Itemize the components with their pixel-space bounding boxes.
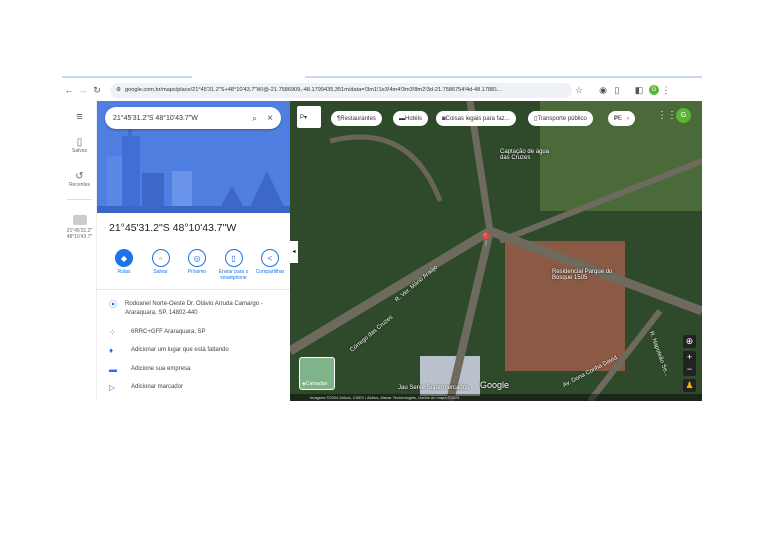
share-icon: < [261, 249, 279, 267]
saved-label: Salvos [71, 148, 87, 154]
chip-things-to-do[interactable]: ◙ Coisas legais para faz... [436, 111, 516, 126]
satellite-imagery [290, 101, 702, 401]
tab-strip [62, 76, 192, 78]
share-label: Compartilhar [255, 269, 285, 275]
chip-hotels[interactable]: ▬ Hotéis [393, 111, 429, 126]
tab-strip-right [305, 76, 702, 78]
map-label[interactable]: Captação de água das Cruzes [500, 149, 560, 161]
plus-code-row[interactable]: ⁘ 6RRC+GFF Araraquara, SP [109, 328, 206, 337]
add-label-text: Adicionar marcador [131, 384, 184, 390]
side-panel-icon[interactable]: ◧ [632, 85, 646, 96]
divider [97, 289, 290, 290]
plus-code-text: 6RRC+GFF Araraquara, SP [131, 329, 206, 335]
phone-icon: ▯ [224, 249, 243, 267]
add-place-row[interactable]: ♦ Adicionar um lugar que está faltando [109, 346, 229, 355]
close-icon[interactable]: × [267, 113, 273, 124]
profile-avatar[interactable]: G [649, 85, 659, 95]
recent-label: Recentes [68, 182, 91, 188]
my-location-button[interactable]: ⊕ [683, 335, 696, 348]
chip-label: E [618, 115, 623, 122]
extensions-puzzle-icon[interactable]: ▯ [610, 85, 624, 96]
site-info-icon[interactable]: ⚙ [116, 87, 121, 93]
nearby-label: Próximo [187, 269, 207, 275]
bookmark-icon: ▯ [76, 137, 83, 148]
saved-button[interactable]: ▯ Salvos [62, 137, 97, 154]
forward-icon[interactable]: → [76, 85, 90, 95]
account-avatar[interactable]: G [676, 108, 691, 123]
location-pin-icon: 📍 [478, 232, 495, 247]
divider [67, 199, 92, 200]
add-business-text: Adicione sua empresa [131, 366, 191, 372]
back-icon[interactable]: ← [62, 85, 76, 95]
star-icon[interactable]: ☆ [572, 85, 586, 96]
place-thumbnail [72, 215, 87, 225]
action-buttons: ◆ Rotas ▫ Salvar ◎ Próximo ▯ Enviar para o s… [107, 249, 287, 281]
place-panel: 21°45'31.2"S 48°10'43.7"W ⌕ × 21°45'31.2"S… [97, 101, 290, 401]
chip-parking[interactable]: P E › [608, 111, 636, 126]
chip-label: Transporte público [537, 115, 587, 122]
pin-icon: ⦿ [109, 300, 117, 309]
chip-restaurants[interactable]: ¶ Restaurantes [331, 111, 382, 126]
recent-place-label: 21°45'31.2" 48°10'43.7" [66, 228, 93, 240]
search-type-dropdown[interactable]: P▾ [297, 106, 321, 128]
attribution-text: Imagens ©2024 Airbus, CNES / Airbus, Max… [310, 395, 460, 400]
map-attribution: Imagens ©2024 Airbus, CNES / Airbus, Max… [290, 394, 702, 401]
address-text: Rodoanel Norte-Oeste Dr. Otávio Arruda C… [125, 301, 263, 316]
add-business-row[interactable]: ▬ Adicione sua empresa [109, 365, 190, 374]
google-logo: Google [480, 380, 510, 390]
zoom-out-button[interactable]: − [683, 363, 696, 376]
save-label: Salvar [153, 269, 168, 275]
bookmark-icon: ▫ [151, 249, 170, 267]
share-button[interactable]: < Compartilhar [253, 249, 287, 281]
plus-code-icon: ⁘ [109, 328, 116, 337]
chevron-right-icon[interactable]: › [627, 116, 629, 122]
place-title: 21°45'31.2"S 48°10'43.7"W [109, 222, 237, 234]
add-place-icon: ♦ [109, 346, 114, 355]
hero-illustration: 21°45'31.2"S 48°10'43.7"W ⌕ × [97, 101, 290, 213]
save-button[interactable]: ▫ Salvar [144, 249, 178, 281]
layers-button[interactable]: ◈ Camadas [299, 357, 335, 390]
directions-label: Rotas [117, 269, 131, 275]
satellite-map[interactable]: ◂ P▾ ¶ Restaurantes ▬ Hotéis ◙ Coisas le… [290, 101, 702, 401]
chip-label: Coisas legais para faz... [445, 115, 510, 122]
chip-label: Restaurantes [340, 115, 376, 122]
address-bar[interactable]: ⚙ google.com.br/maps/place/21°45'31.2"S+4… [110, 82, 572, 98]
search-value: 21°45'31.2"S 48°10'43.7"W [113, 114, 198, 122]
hamburger-menu-icon[interactable]: ≡ [62, 111, 97, 123]
directions-button[interactable]: ◆ Rotas [107, 249, 141, 281]
send-to-phone-label: Enviar para o smartphone [218, 269, 249, 281]
pegman-icon[interactable]: ♟ [683, 379, 696, 392]
search-input[interactable]: 21°45'31.2"S 48°10'43.7"W ⌕ × [105, 107, 281, 129]
business-icon: ▬ [109, 365, 117, 374]
chip-transit[interactable]: ▯ Transporte público [528, 111, 593, 126]
nearby-icon: ◎ [188, 249, 206, 267]
nearby-button[interactable]: ◎ Próximo [180, 249, 214, 281]
send-to-phone-button[interactable]: ▯ Enviar para o smartphone [217, 249, 251, 281]
address-row[interactable]: ⦿ Rodoanel Norte-Oeste Dr. Otávio Arruda … [109, 300, 279, 318]
browser-toolbar: ← → ↻ ⚙ google.com.br/maps/place/21°45'31… [62, 80, 702, 100]
search-icon[interactable]: ⌕ [252, 113, 257, 124]
menu-icon[interactable]: ⋮ [659, 85, 673, 96]
add-place-text: Adicionar um lugar que está faltando [131, 347, 229, 353]
collapse-panel-button[interactable]: ◂ [290, 241, 298, 263]
add-label-row[interactable]: ▷ Adicionar marcador [109, 383, 183, 392]
recent-button[interactable]: ↺ Recentes [62, 171, 97, 188]
chip-label: Hotéis [405, 115, 423, 122]
url-text: google.com.br/maps/place/21°45'31.2"S+48… [125, 87, 503, 93]
left-rail: ≡ ▯ Salvos ↺ Recentes 21°45'31.2" 48°10'43… [62, 101, 97, 401]
map-label[interactable]: Residencial Parque do Bosque 1505 [552, 269, 622, 281]
history-icon: ↺ [75, 171, 84, 182]
map-label[interactable]: Jau Serve Supermercados [398, 385, 469, 391]
extension-icon[interactable]: ◉ [596, 85, 610, 96]
recent-place-item[interactable]: 21°45'31.2" 48°10'43.7" [62, 215, 97, 240]
apps-grid-icon[interactable]: ⋮⋮ [657, 110, 677, 121]
label-icon: ▷ [109, 383, 116, 392]
layers-label: Camadas [305, 381, 328, 387]
directions-icon: ◆ [115, 249, 133, 267]
reload-icon[interactable]: ↻ [90, 85, 104, 96]
